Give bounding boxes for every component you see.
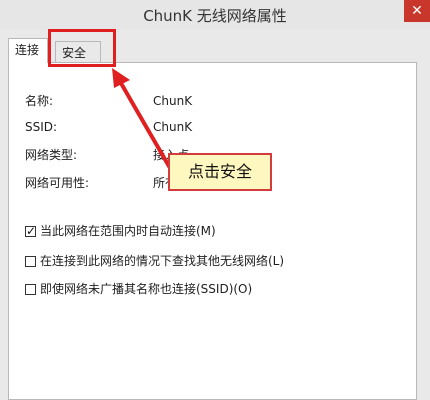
arrow-shaft: [116, 76, 172, 170]
annotation-arrow: [112, 68, 172, 170]
annotation-callout: 点击安全: [168, 153, 272, 191]
